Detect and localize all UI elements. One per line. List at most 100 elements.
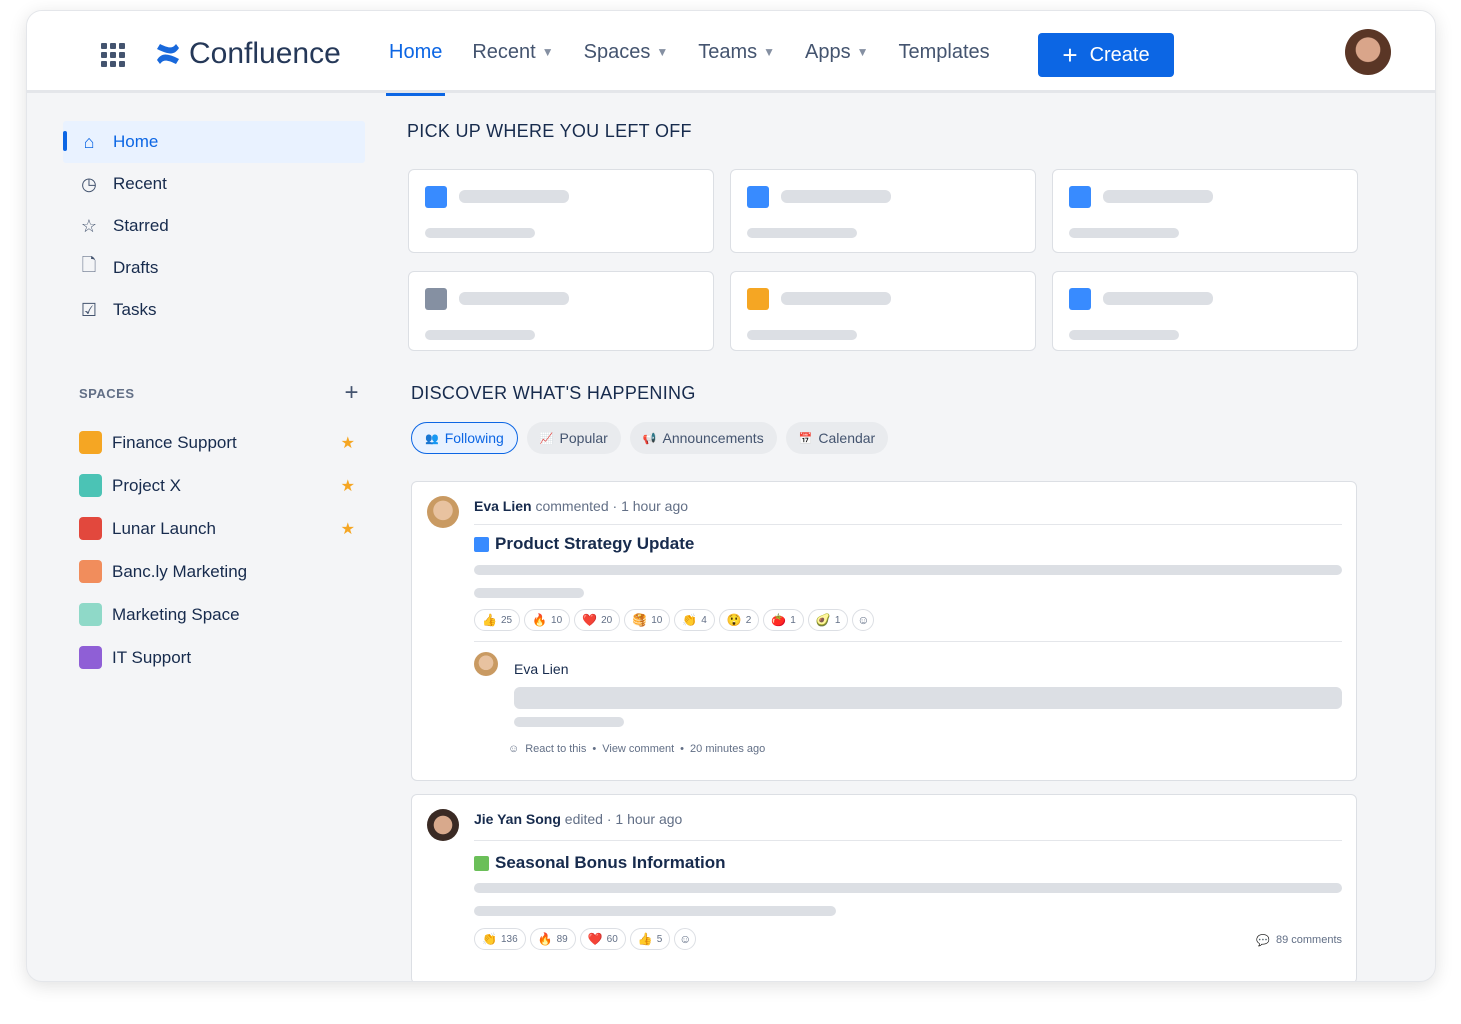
nav-home[interactable]: Home — [385, 11, 446, 96]
reaction-button[interactable]: 😲 2 — [718, 609, 760, 631]
reaction-count: 4 — [701, 614, 707, 626]
tab-popular[interactable]: 📈 Popular — [526, 422, 621, 454]
reaction-button[interactable]: ❤️ 20 — [574, 609, 621, 631]
sidebar-item-label: Home — [113, 132, 159, 151]
star-icon: ☆ — [80, 215, 98, 236]
view-comment-link[interactable]: View comment — [602, 743, 674, 755]
nav-teams[interactable]: Teams ▼ — [698, 11, 775, 93]
add-reaction-icon[interactable]: ☺ — [674, 928, 697, 950]
recent-page-card[interactable] — [408, 271, 714, 351]
page-icon — [1069, 186, 1091, 208]
user-name[interactable]: Eva Lien — [474, 498, 532, 514]
add-reaction-icon[interactable]: ☺ — [852, 609, 875, 631]
sidebar-item-starred[interactable]: ☆ Starred — [63, 205, 365, 247]
emoji-icon: 🔥 — [532, 613, 548, 627]
emoji-icon: 👏 — [682, 613, 698, 627]
sidebar-item-recent[interactable]: ◷ Recent — [63, 163, 365, 205]
chevron-down-icon: ▼ — [541, 45, 554, 59]
emoji-icon: ❤️ — [587, 932, 603, 946]
create-label: Create — [1089, 43, 1150, 66]
comment-count[interactable]: 💬 89 comments — [1256, 934, 1342, 947]
emoji-icon: 😲 — [726, 613, 742, 627]
space-icon — [79, 560, 102, 583]
profile-avatar[interactable] — [1345, 29, 1391, 75]
sidebar-item-label: Recent — [113, 174, 167, 193]
confluence-logo[interactable]: Confluence — [155, 37, 341, 71]
space-item[interactable]: Banc.ly Marketing — [63, 550, 365, 593]
sidebar-item-tasks[interactable]: ☑ Tasks — [63, 289, 365, 331]
reaction-button[interactable]: 👏 136 — [474, 928, 526, 950]
feed-item: Eva Lien commented · 1 hour ago Product … — [411, 481, 1357, 781]
reaction-count: 1 — [790, 614, 796, 626]
create-button[interactable]: + Create — [1038, 33, 1174, 77]
tab-calendar[interactable]: 📅 Calendar — [785, 422, 889, 454]
activity-meta: Eva Lien commented · 1 hour ago — [474, 498, 689, 514]
page-icon — [747, 186, 769, 208]
recent-page-card[interactable] — [730, 169, 1036, 253]
page-icon — [474, 536, 489, 552]
draft-icon: 🗋 — [81, 255, 97, 275]
star-icon[interactable]: ★ — [341, 519, 355, 539]
space-icon — [79, 431, 102, 454]
reaction-button[interactable]: 👍 25 — [474, 609, 521, 631]
reaction-count: 25 — [500, 614, 513, 626]
tab-announcements[interactable]: 📢 Announcements — [629, 422, 777, 454]
recent-page-card[interactable] — [1052, 271, 1358, 351]
reaction-button[interactable]: 👏 4 — [674, 609, 715, 631]
chevron-down-icon: ▼ — [763, 45, 776, 59]
user-avatar — [427, 809, 459, 841]
brand-name: Confluence — [189, 37, 341, 70]
reaction-count: 136 — [500, 933, 518, 945]
sidebar-item-label: Tasks — [113, 300, 157, 319]
reaction-count: 10 — [551, 614, 563, 626]
sidebar-item-home[interactable]: ⌂ Home — [63, 121, 365, 163]
tab-label: Announcements — [662, 430, 764, 446]
nav-spaces[interactable]: Spaces ▼ — [584, 11, 669, 93]
reaction-button[interactable]: 🍅 1 — [763, 609, 804, 631]
tab-following[interactable]: 👥 Following — [411, 422, 518, 454]
tab-icon: 📅 — [798, 432, 813, 445]
nav-label: Templates — [898, 40, 990, 63]
nav-templates[interactable]: Templates — [899, 11, 990, 93]
recent-page-card[interactable] — [408, 169, 714, 253]
sidebar-item-drafts[interactable]: 🗋 Drafts — [63, 247, 365, 289]
reaction-button[interactable]: 🔥 10 — [524, 609, 571, 631]
reaction-button[interactable]: 🔥 89 — [529, 928, 576, 950]
space-item[interactable]: Lunar Launch ★ — [63, 507, 365, 550]
reaction-count: 1 — [834, 614, 841, 626]
reaction-button[interactable]: 👍 5 — [629, 928, 671, 950]
star-icon[interactable]: ★ — [341, 476, 355, 496]
star-icon[interactable]: ★ — [341, 433, 355, 453]
space-icon — [79, 646, 102, 669]
page-link[interactable]: Product Strategy Update — [474, 534, 694, 554]
tab-icon: 👥 — [425, 432, 439, 445]
comment-actions: ☺ React to this • View comment • 20 minutes a… — [508, 743, 766, 755]
task-icon: ☑ — [80, 299, 98, 320]
space-item[interactable]: IT Support — [63, 636, 365, 679]
space-item[interactable]: Marketing Space — [63, 593, 365, 636]
pickup-heading: PICK UP WHERE YOU LEFT OFF — [407, 121, 692, 141]
page-icon — [1069, 288, 1091, 310]
add-space-icon[interactable]: + — [344, 379, 359, 407]
app-switcher-icon[interactable] — [101, 43, 125, 67]
reaction-button[interactable]: ❤️ 60 — [579, 928, 626, 950]
space-item[interactable]: Finance Support ★ — [63, 421, 365, 464]
sidebar-item-label: Drafts — [113, 258, 159, 277]
reaction-button[interactable]: 🥑 1 — [807, 609, 849, 631]
reaction-button[interactable]: 🥞 10 — [624, 609, 671, 631]
nav-label: Teams — [698, 40, 758, 63]
spaces-heading: SPACES — [79, 385, 135, 401]
react-link[interactable]: React to this — [525, 743, 586, 755]
space-label: Lunar Launch — [112, 518, 216, 538]
emoji-icon: 🍅 — [771, 613, 787, 627]
nav-apps[interactable]: Apps ▼ — [805, 11, 868, 93]
recent-page-card[interactable] — [1052, 169, 1358, 253]
page-title: Seasonal Bonus Information — [495, 853, 726, 872]
space-label: Marketing Space — [112, 604, 240, 624]
space-item[interactable]: Project X ★ — [63, 464, 365, 507]
user-name[interactable]: Jie Yan Song — [474, 811, 561, 827]
tab-label: Popular — [559, 430, 608, 446]
page-link[interactable]: Seasonal Bonus Information — [474, 853, 725, 873]
nav-recent[interactable]: Recent ▼ — [472, 11, 553, 93]
recent-page-card[interactable] — [730, 271, 1036, 351]
